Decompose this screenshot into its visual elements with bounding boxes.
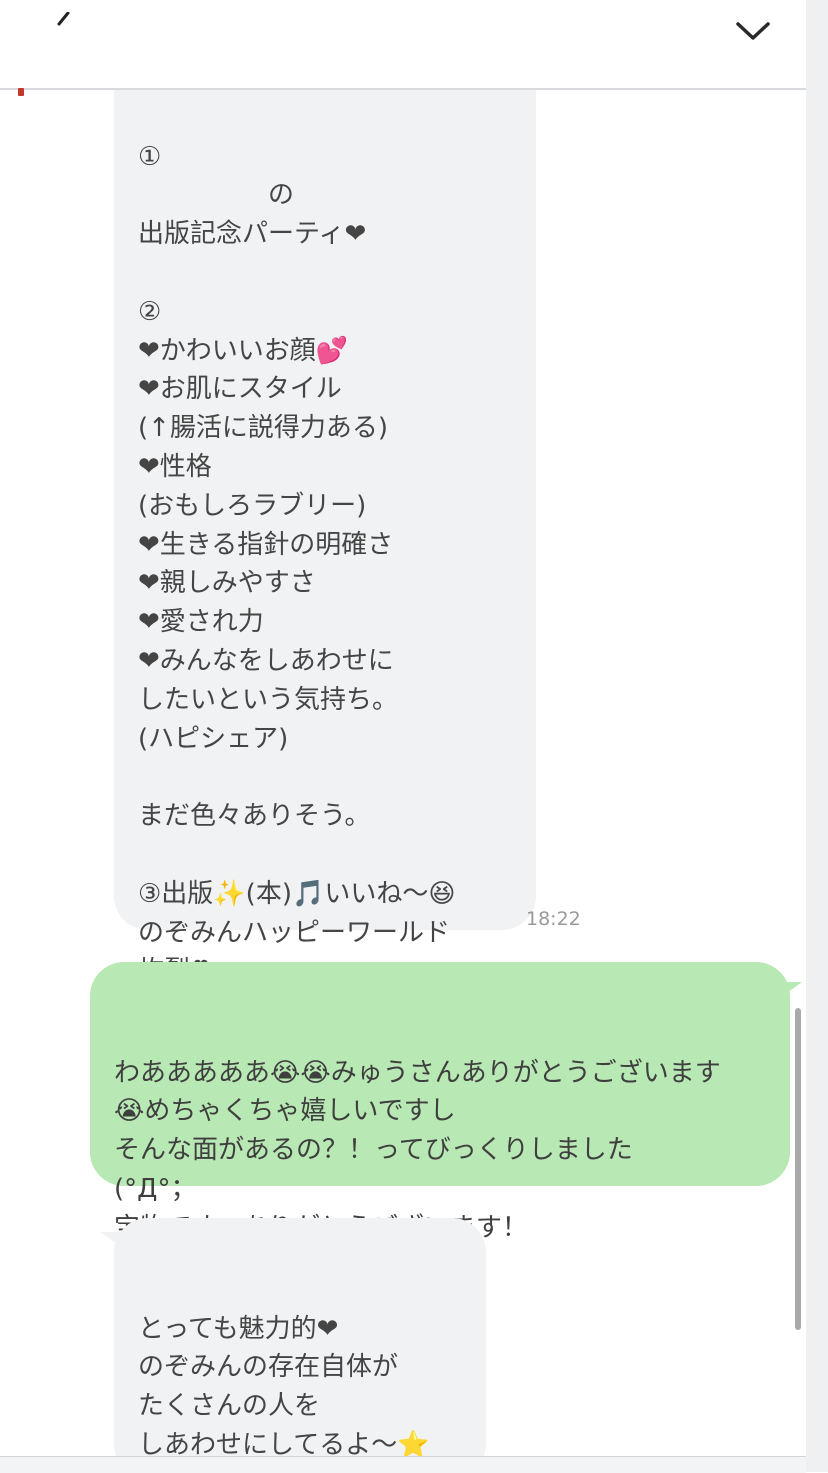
back-arrow-icon[interactable] xyxy=(56,12,70,26)
scrollbar[interactable] xyxy=(795,1008,801,1330)
incoming-bubble-tail xyxy=(100,1232,120,1246)
incoming-message-text: ① の 出版記念パーティ❤ ② ❤かわいいお顔💕 ❤お肌にスタイル (↑腸活に説… xyxy=(138,141,456,987)
outgoing-message[interactable]: わあああああ😭😭みゅうさんありがとうございます 😭めちゃくちゃ嬉しいですし そん… xyxy=(90,962,790,1243)
incoming-message[interactable]: ① の 出版記念パーティ❤ ② ❤かわいいお顔💕 ❤お肌にスタイル (↑腸活に説… xyxy=(114,90,536,986)
message-list[interactable]: ① の 出版記念パーティ❤ ② ❤かわいいお顔💕 ❤お肌にスタイル (↑腸活に説… xyxy=(0,90,806,1456)
incoming-message[interactable]: とっても魅力的❤ のぞみんの存在自体が たくさんの人を しあわせにしてるよ〜⭐ … xyxy=(114,1218,486,1456)
chevron-down-icon[interactable] xyxy=(732,16,774,46)
outgoing-bubble-tail xyxy=(780,982,802,998)
right-gutter xyxy=(806,0,828,1472)
message-timestamp: 18:22 xyxy=(526,908,581,930)
bottom-bar xyxy=(0,1456,806,1473)
chat-header xyxy=(0,0,806,90)
redacted-name xyxy=(140,104,252,134)
incoming-message-text: とっても魅力的❤ のぞみんの存在自体が たくさんの人を しあわせにしてるよ〜⭐ … xyxy=(138,1313,430,1456)
